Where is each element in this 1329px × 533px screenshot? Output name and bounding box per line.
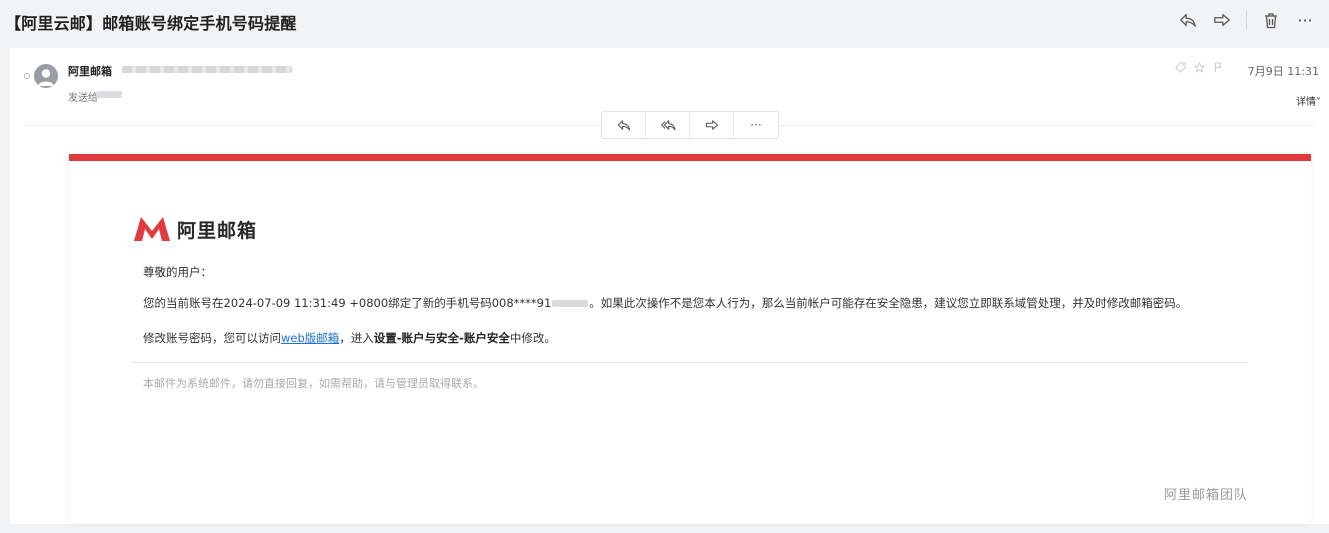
more-icon[interactable]: ···: [1295, 10, 1315, 30]
greeting: 尊敬的用户：: [143, 265, 212, 279]
instruction-text-end: 中修改。: [509, 331, 556, 345]
mail-subject: 【阿里云邮】邮箱账号绑定手机号码提醒: [5, 14, 297, 33]
phone-redacted: [552, 300, 589, 307]
notice-paragraph: 您的当前账号在2024-07-09 11:31:49 +0800绑定了新的手机号…: [143, 295, 1187, 311]
notice-text-start: 您的当前账号在2024-07-09 11:31:49 +0800绑定了新的手机号…: [143, 296, 552, 310]
notice-text-end: 。如果此次操作不是您本人行为，那么当前帐户可能存在安全隐患，建议您立即联系域管处…: [589, 296, 1188, 310]
more-actions-button[interactable]: ···: [734, 112, 778, 138]
reply-icon[interactable]: [1178, 10, 1198, 30]
top-actions: ···: [1178, 10, 1315, 30]
mail-title-bar: 【阿里云邮】邮箱账号绑定手机号码提醒 ···: [0, 0, 1329, 48]
unread-indicator: [24, 73, 30, 79]
settings-path: 设置-账户与安全-账户安全: [373, 331, 510, 345]
mail-reading-panel: 阿里邮箱 发送给 7月9日 11:31 详情˅ ··· 阿里邮箱 尊敬的用户： …: [10, 48, 1329, 524]
instruction-paragraph: 修改账号密码，您可以访问web版邮箱，进入设置-账户与安全-账户安全中修改。: [143, 330, 556, 346]
sender-address-redacted: [122, 66, 292, 73]
toolbar-divider: [1246, 11, 1247, 29]
flag-icon[interactable]: [1213, 62, 1223, 76]
recipient-label: 发送给: [68, 93, 98, 104]
forward-button[interactable]: [690, 112, 734, 138]
forward-icon[interactable]: [1212, 10, 1232, 30]
reply-button[interactable]: [602, 112, 646, 138]
star-icon[interactable]: [1193, 61, 1206, 76]
instruction-text-middle: ，进入: [339, 331, 374, 345]
reply-all-button[interactable]: [646, 112, 690, 138]
system-mail-note: 本邮件为系统邮件，请勿直接回复，如需帮助，请与管理员取得联系。: [143, 377, 484, 390]
brand-logo: 阿里邮箱: [133, 215, 257, 243]
body-divider: [132, 362, 1248, 363]
mail-body-card: 阿里邮箱 尊敬的用户： 您的当前账号在2024-07-09 11:31:49 +…: [69, 154, 1311, 524]
instruction-text-start: 修改账号密码，您可以访问: [143, 331, 281, 345]
aliyun-mail-logo-icon: [134, 217, 170, 241]
mail-date: 7月9日 11:31: [1247, 65, 1319, 78]
mail-meta-icons: [1175, 61, 1223, 76]
signature: 阿里邮箱团队: [1163, 488, 1248, 503]
webmail-link[interactable]: web版邮箱: [281, 331, 339, 345]
tag-icon[interactable]: [1175, 62, 1186, 76]
sender-name[interactable]: 阿里邮箱: [68, 63, 112, 79]
trash-icon[interactable]: [1261, 10, 1281, 30]
avatar[interactable]: [34, 64, 58, 88]
details-toggle[interactable]: 详情˅: [1296, 93, 1321, 108]
brand-name: 阿里邮箱: [177, 219, 258, 242]
recipient-redacted: [96, 91, 122, 98]
mail-action-toolbar: ···: [601, 111, 779, 139]
